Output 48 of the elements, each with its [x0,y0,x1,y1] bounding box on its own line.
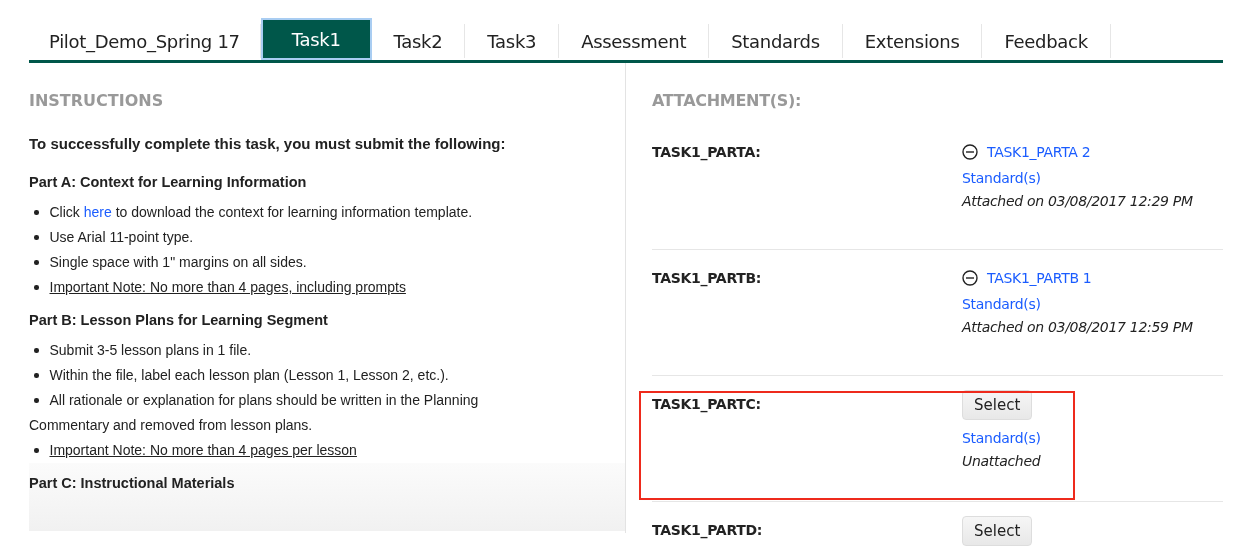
bullet-icon [34,398,39,403]
tab[interactable]: Task2 [371,24,466,58]
remove-icon[interactable] [962,144,978,160]
file-link[interactable]: TASK1_PARTB 1 [987,270,1092,286]
remove-icon[interactable] [962,270,978,286]
instruction-text: Within the file, label each lesson plan (Lesson 1, Lesson 2, etc.). [49,366,449,385]
part-heading: Part A: Context for Learning Information [29,174,308,190]
tab[interactable]: Pilot_Demo_Spring 17 [29,24,261,58]
bullet-icon [34,210,39,215]
tab[interactable]: Extensions [842,24,983,58]
attachment-status: Attached on 03/08/2017 12:59 PM [962,319,1193,335]
standards-link[interactable]: Standard(s) [962,296,1041,312]
bullet-icon [34,373,39,378]
bullet-icon [34,448,39,453]
tab[interactable]: Standards [709,24,843,58]
standards-link[interactable]: Standard(s) [962,170,1041,186]
section-title: ATTACHMENT(S): [652,91,803,110]
instruction-text: Submit 3-5 lesson plans in 1 file. [49,341,252,360]
bullet-icon [34,260,39,265]
instruction-text: Commentary and removed from lesson plans. [29,416,313,435]
standards-link[interactable]: Standard(s) [962,430,1041,446]
bullet-icon [34,348,39,353]
part-heading: Part C: Instructional Materials [29,475,236,491]
attachment-label: TASK1_PARTB: [652,270,763,289]
download-link[interactable]: here [83,204,112,220]
instruction-text: Click here to download the context for learning information template. [49,203,473,222]
select-button[interactable]: Select [962,390,1033,420]
instruction-text: All rationale or explanation for plans should be written in the Planning [49,391,479,410]
bullet-icon [34,235,39,240]
bullet-icon [34,285,39,290]
tab[interactable]: Assessment [559,24,710,58]
note-text: Important Note: No more than 4 pages, including prompts [49,278,406,297]
part-heading: Part B: Lesson Plans for Learning Segment [29,312,329,328]
attachment-status: Unattached [962,453,1041,469]
file-link[interactable]: TASK1_PARTA 2 [987,144,1091,160]
select-button[interactable]: Select [962,516,1033,546]
instruction-text: Use Arial 11-point type. [49,228,194,247]
attachment-label: TASK1_PARTC: [652,396,762,415]
tab[interactable]: Task1 [260,18,372,60]
attachment-label: TASK1_PARTA: [652,144,762,163]
tab[interactable]: Feedback [982,24,1111,58]
section-title: INSTRUCTIONS [29,91,165,110]
intro-text: To successfully complete this task, you must submit the following: [29,135,507,152]
attachment-status: Attached on 03/08/2017 12:29 PM [962,193,1193,209]
attachment-label: TASK1_PARTD: [652,522,764,541]
tab[interactable]: Task3 [465,24,560,58]
instruction-text: Single space with 1" margins on all sides. [49,253,307,272]
note-text: Important Note: No more than 4 pages per lesson [49,441,357,460]
